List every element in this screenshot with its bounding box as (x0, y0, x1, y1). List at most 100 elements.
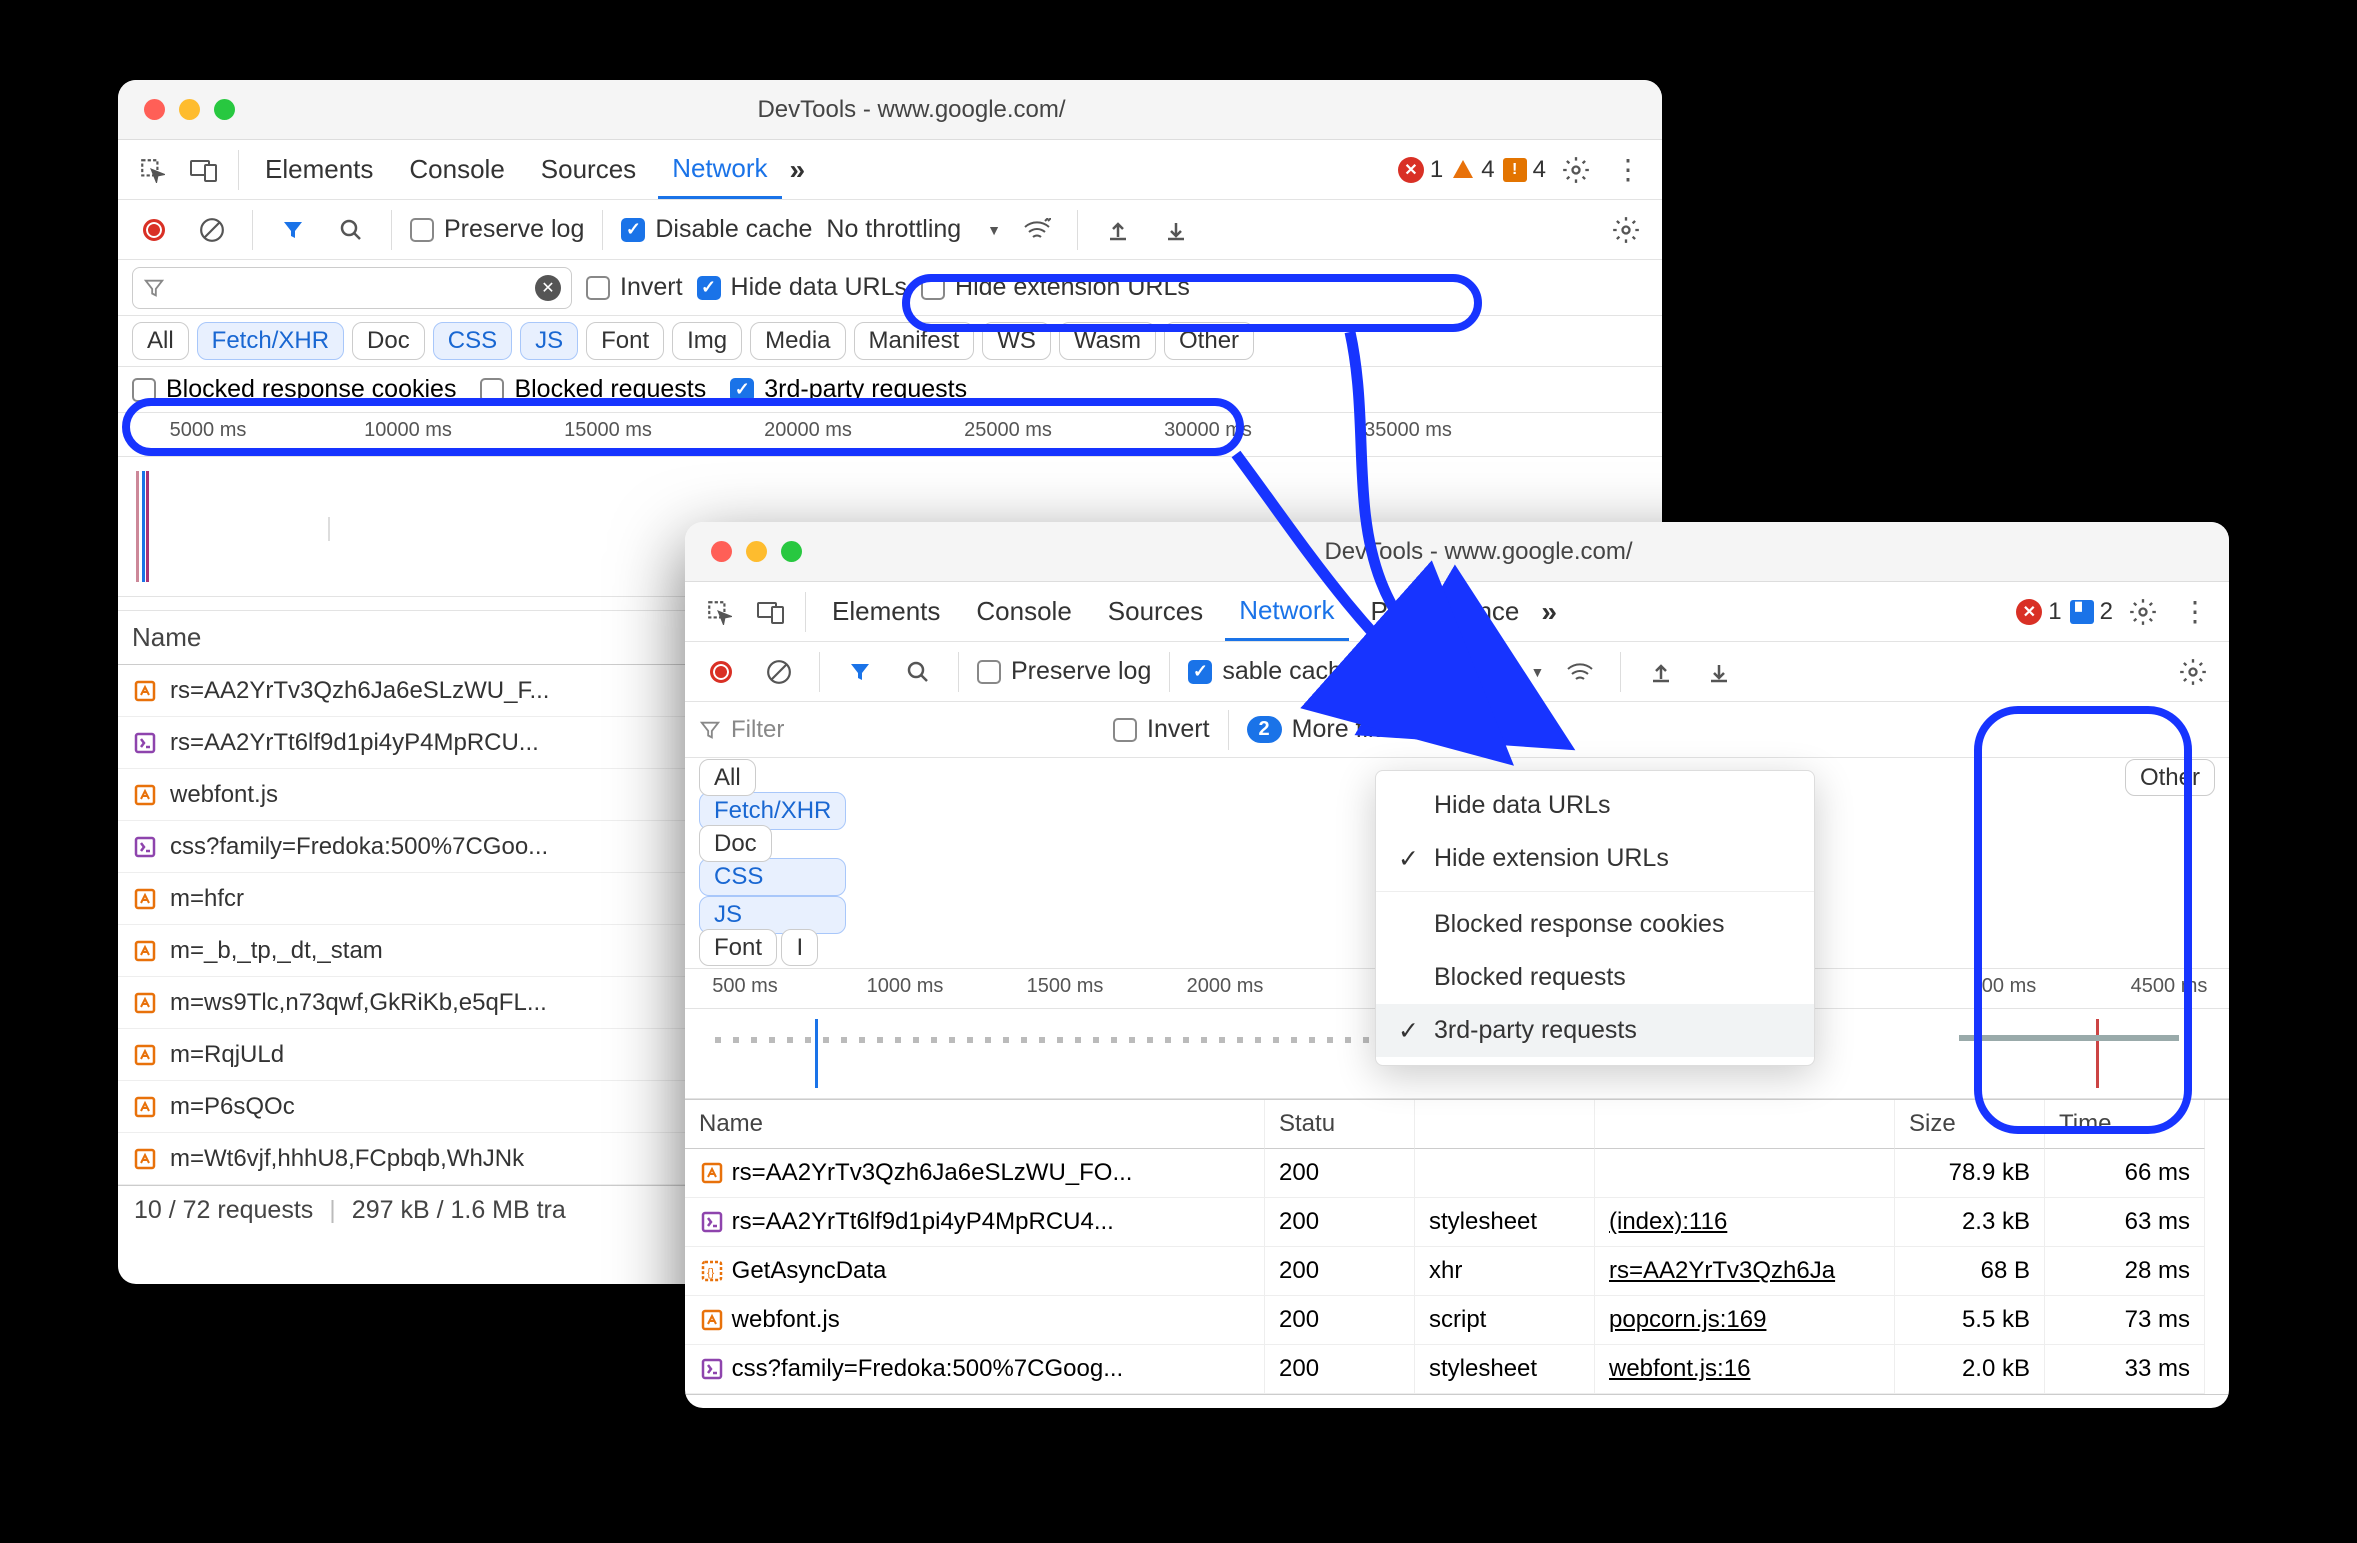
column-header[interactable]: Time (2045, 1100, 2205, 1149)
invert-checkbox[interactable]: Invert (586, 273, 683, 302)
chip-fetch-xhr[interactable]: Fetch/XHR (197, 322, 344, 360)
device-toggle-icon[interactable] (182, 148, 226, 192)
error-count[interactable]: ✕1 (1398, 156, 1443, 184)
minimize-icon[interactable] (746, 541, 767, 562)
zoom-icon[interactable] (214, 99, 235, 120)
cell-initiator[interactable] (1595, 1149, 1895, 1198)
network-conditions-icon[interactable] (1015, 208, 1059, 252)
chip-font[interactable]: Font (586, 322, 664, 360)
popover-3rd-party-requests[interactable]: ✓3rd-party requests (1376, 1004, 1814, 1057)
search-icon[interactable] (896, 650, 940, 694)
column-header[interactable] (1415, 1100, 1595, 1149)
tab-network[interactable]: Network (658, 141, 781, 199)
download-har-icon[interactable] (1697, 650, 1741, 694)
cell-initiator[interactable]: (index):116 (1595, 1198, 1895, 1247)
network-settings-icon[interactable] (2171, 650, 2215, 694)
close-icon[interactable] (711, 541, 732, 562)
upload-har-icon[interactable] (1639, 650, 1683, 694)
tab-sources[interactable]: Sources (1094, 584, 1217, 639)
close-icon[interactable] (144, 99, 165, 120)
filter-input[interactable]: Filter (699, 716, 1099, 744)
cell-initiator[interactable]: popcorn.js:169 (1595, 1296, 1895, 1345)
device-toggle-icon[interactable] (749, 590, 793, 634)
invert-checkbox[interactable]: Invert (1113, 715, 1210, 744)
cell-initiator[interactable]: rs=AA2YrTv3Qzh6Ja (1595, 1247, 1895, 1296)
preserve-log-checkbox[interactable]: Preserve log (977, 657, 1151, 686)
chip-js[interactable]: JS (520, 322, 578, 360)
tab-sources[interactable]: Sources (527, 142, 650, 197)
request-table[interactable]: NameStatu SizeTime rs=AA2YrTv3Qzh6Ja6eSLz… (685, 1099, 2229, 1394)
column-header[interactable] (1595, 1100, 1895, 1149)
tab-elements[interactable]: Elements (251, 142, 387, 197)
warning-count[interactable]: 4 (1451, 156, 1494, 184)
chip-ws[interactable]: WS (982, 322, 1051, 360)
clear-icon[interactable] (757, 650, 801, 694)
chip-other[interactable]: Other (1164, 322, 1254, 360)
filter-input[interactable]: ✕ (132, 267, 572, 309)
third-party-requests-checkbox[interactable]: 3rd-party requests (730, 375, 967, 404)
cell-name[interactable]: {} GetAsyncData (685, 1247, 1265, 1296)
chip-other[interactable]: Other (2125, 759, 2215, 796)
search-icon[interactable] (329, 208, 373, 252)
chip-font[interactable]: Font (699, 929, 777, 966)
kebab-icon[interactable]: ⋮ (2173, 590, 2217, 634)
filter-icon[interactable] (271, 208, 315, 252)
popover-blocked-response-cookies[interactable]: Blocked response cookies (1376, 898, 1814, 951)
chip-wasm[interactable]: Wasm (1059, 322, 1156, 360)
preserve-log-checkbox[interactable]: Preserve log (410, 215, 584, 244)
message-count[interactable]: ▘2 (2070, 598, 2113, 626)
tab-console[interactable]: Console (962, 584, 1085, 639)
blocked-response-cookies-checkbox[interactable]: Blocked response cookies (132, 375, 456, 404)
tab-console[interactable]: Console (395, 142, 518, 197)
column-header[interactable]: Name (685, 1100, 1265, 1149)
tab-network[interactable]: Network (1225, 583, 1348, 641)
record-button[interactable] (132, 208, 176, 252)
popover-blocked-requests[interactable]: Blocked requests (1376, 951, 1814, 1004)
cell-name[interactable]: rs=AA2YrTv3Qzh6Ja6eSLzWU_FO... (685, 1149, 1265, 1198)
issues-count[interactable]: !4 (1503, 156, 1546, 184)
inspect-icon[interactable] (130, 148, 174, 192)
chip-all[interactable]: All (699, 759, 756, 796)
chip-i[interactable]: I (781, 929, 818, 966)
cell-name[interactable]: webfont.js (685, 1296, 1265, 1345)
popover-hide-data-urls[interactable]: Hide data URLs (1376, 779, 1814, 832)
inspect-icon[interactable] (697, 590, 741, 634)
error-count[interactable]: ✕1 (2016, 598, 2061, 626)
filter-icon[interactable] (838, 650, 882, 694)
chip-doc[interactable]: Doc (699, 825, 772, 862)
settings-icon[interactable] (1554, 148, 1598, 192)
disable-cache-checkbox[interactable]: sable cache (1188, 657, 1355, 686)
clear-icon[interactable] (190, 208, 234, 252)
cell-name[interactable]: rs=AA2YrTt6lf9d1pi4yP4MpRCU4... (685, 1198, 1265, 1247)
blocked-requests-checkbox[interactable]: Blocked requests (480, 375, 706, 404)
hide-data-urls-checkbox[interactable]: Hide data URLs (697, 273, 907, 302)
download-har-icon[interactable] (1154, 208, 1198, 252)
hide-extension-urls-checkbox[interactable]: Hide extension URLs (921, 273, 1190, 302)
tab-performance[interactable]: Performance (1357, 584, 1534, 639)
settings-icon[interactable] (2121, 590, 2165, 634)
more-tabs-icon[interactable]: » (790, 154, 806, 186)
chip-css[interactable]: CSS (433, 322, 512, 360)
disable-cache-checkbox[interactable]: Disable cache (621, 215, 812, 244)
network-settings-icon[interactable] (1604, 208, 1648, 252)
column-header[interactable]: Statu (1265, 1100, 1415, 1149)
chip-doc[interactable]: Doc (352, 322, 425, 360)
chip-all[interactable]: All (132, 322, 189, 360)
more-filters-button[interactable]: 2 More filters ▼ (1247, 715, 1440, 744)
throttling-select[interactable]: No throttling ▼ (826, 215, 1001, 244)
chip-media[interactable]: Media (750, 322, 845, 360)
minimize-icon[interactable] (179, 99, 200, 120)
more-tabs-icon[interactable]: » (1541, 596, 1557, 628)
upload-har-icon[interactable] (1096, 208, 1140, 252)
network-conditions-icon[interactable] (1558, 650, 1602, 694)
zoom-icon[interactable] (781, 541, 802, 562)
kebab-icon[interactable]: ⋮ (1606, 148, 1650, 192)
record-button[interactable] (699, 650, 743, 694)
cell-initiator[interactable]: webfont.js:16 (1595, 1345, 1895, 1394)
tab-elements[interactable]: Elements (818, 584, 954, 639)
column-header[interactable]: Size (1895, 1100, 2045, 1149)
clear-filter-icon[interactable]: ✕ (535, 275, 561, 301)
chip-manifest[interactable]: Manifest (854, 322, 975, 360)
chip-img[interactable]: Img (672, 322, 742, 360)
cell-name[interactable]: css?family=Fredoka:500%7CGoog... (685, 1345, 1265, 1394)
